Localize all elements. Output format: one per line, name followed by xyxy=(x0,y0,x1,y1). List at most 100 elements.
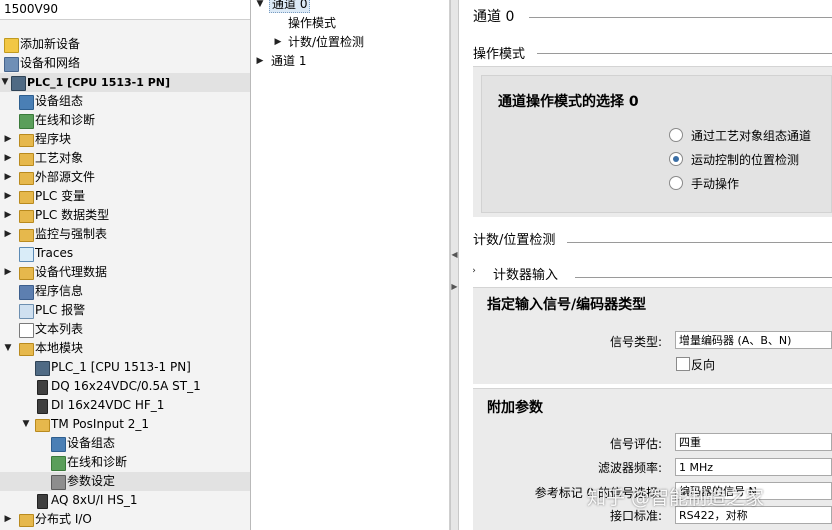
expand-arrow-icon[interactable]: ▶ xyxy=(3,206,13,225)
tree-item-label: 在线和诊断 xyxy=(67,455,128,469)
tree-item-add-device[interactable]: 添加新设备 xyxy=(0,35,250,54)
folder-icon xyxy=(19,153,34,166)
nav-operating-mode[interactable]: 操作模式 xyxy=(288,14,336,33)
expand-arrow-icon[interactable]: ▶ xyxy=(3,263,13,282)
tree-item-device-config[interactable]: 设备组态 xyxy=(0,92,250,111)
pane-splitter[interactable]: ◀ ▶ xyxy=(450,0,459,530)
device-config-icon xyxy=(51,437,66,452)
tree-item-tm-parameters[interactable]: 参数设定 xyxy=(0,472,250,491)
program-info-icon xyxy=(19,285,34,300)
tree-item-label: 文本列表 xyxy=(35,322,84,336)
expand-arrow-icon[interactable]: ▶ xyxy=(255,52,265,71)
watermark: 知乎 @智能制造之家 xyxy=(587,487,765,509)
tree-item-label: 监控与强制表 xyxy=(35,227,108,241)
expand-arrow-icon[interactable]: ▶ xyxy=(3,510,13,529)
signal-type-group: 指定输入信号/编码器类型 信号类型: 增量编码器 (A、B、N) 反向 xyxy=(473,287,832,384)
expand-arrow-icon[interactable]: ▶ xyxy=(3,149,13,168)
tree-root[interactable]: 1500V90 xyxy=(0,0,250,20)
nav-channel-1[interactable]: ▶ 通道 1 xyxy=(255,52,307,71)
signal-group-title: 指定输入信号/编码器类型 xyxy=(487,297,647,313)
folder-icon xyxy=(19,172,34,185)
nav-channel-0[interactable]: ▼ 通道 0 xyxy=(255,0,311,14)
tree-item-label: 在线和诊断 xyxy=(35,113,96,127)
signal-type-select[interactable]: 增量编码器 (A、B、N) xyxy=(675,331,832,349)
tree-item-aq-module[interactable]: AQ 8xU/I HS_1 xyxy=(0,491,250,510)
folder-icon xyxy=(19,134,34,147)
folder-icon xyxy=(19,229,34,242)
tree-item-plc-data-types[interactable]: ▶ PLC 数据类型 xyxy=(0,206,250,225)
parameter-icon xyxy=(51,475,66,490)
tree-item-tm-posinput[interactable]: ▼ TM PosInput 2_1 xyxy=(0,415,250,434)
collapse-arrow-icon[interactable]: ▼ xyxy=(255,0,265,14)
expand-arrow-icon[interactable]: ▶ xyxy=(3,168,13,187)
tree-item-local-modules[interactable]: ▼ 本地模块 xyxy=(0,339,250,358)
expand-arrow-icon[interactable]: ▶ xyxy=(3,187,13,206)
tree-item-label: 设备组态 xyxy=(35,94,84,108)
extra-group-title: 附加参数 xyxy=(487,400,543,416)
tree-item-devices-networks[interactable]: 设备和网络 xyxy=(0,54,250,73)
nav-operating-mode-label: 操作模式 xyxy=(288,16,337,30)
filter-frequency-select[interactable]: 1 MHz xyxy=(675,458,832,476)
tree-item-text-lists[interactable]: 文本列表 xyxy=(0,320,250,339)
folder-icon xyxy=(19,191,34,204)
folder-icon xyxy=(19,210,34,223)
tree-item-label: PLC_1 [CPU 1513-1 PN] xyxy=(27,76,171,89)
tree-item-program-blocks[interactable]: ▶ 程序块 xyxy=(0,130,250,149)
tree-item-watch-force-tables[interactable]: ▶ 监控与强制表 xyxy=(0,225,250,244)
mode-radio-motion-position[interactable] xyxy=(669,152,683,166)
expand-arrow-icon[interactable]: ▶ xyxy=(273,33,283,52)
count-position-heading: 计数/位置检测 xyxy=(473,233,556,248)
counter-input-heading: 计数器输入 xyxy=(493,268,559,283)
parameter-editor: 通道 0 操作模式 通道操作模式的选择 0 通过工艺对象组态通道 运动控制的位置… xyxy=(459,0,832,530)
mode-label-technology-object: 通过工艺对象组态通道 xyxy=(691,129,812,143)
tree-item-traces[interactable]: Traces xyxy=(0,244,250,263)
tree-item-program-info[interactable]: 程序信息 xyxy=(0,282,250,301)
expand-right-icon[interactable]: ▶ xyxy=(451,282,458,291)
expand-arrow-icon[interactable]: ▶ xyxy=(3,225,13,244)
tree-item-di-module[interactable]: DI 16x24VDC HF_1 xyxy=(0,396,250,415)
filter-frequency-label: 滤波器频率: xyxy=(597,461,662,475)
collapse-arrow-icon[interactable]: ▼ xyxy=(0,73,10,92)
expand-arrow-icon[interactable]: › xyxy=(469,266,479,276)
tree-item-external-sources[interactable]: ▶ 外部源文件 xyxy=(0,168,250,187)
expand-arrow-icon[interactable]: ▶ xyxy=(3,130,13,149)
folder-icon xyxy=(19,514,34,527)
collapse-left-icon[interactable]: ◀ xyxy=(451,250,458,259)
tree-item-label: 程序信息 xyxy=(35,284,84,298)
mode-label-motion-position: 运动控制的位置检测 xyxy=(691,153,800,167)
tree-item-device-proxy[interactable]: ▶ 设备代理数据 xyxy=(0,263,250,282)
online-diagnostics-icon xyxy=(19,114,34,129)
nav-count-position-label: 计数/位置检测 xyxy=(288,35,365,49)
signal-eval-select[interactable]: 四重 xyxy=(675,433,832,451)
channel-title: 通道 0 xyxy=(473,9,515,25)
collapse-arrow-icon[interactable]: ▼ xyxy=(3,339,13,358)
tree-item-dq-module[interactable]: DQ 16x24VDC/0.5A ST_1 xyxy=(0,377,250,396)
mode-radio-manual[interactable] xyxy=(669,176,683,190)
mode-radio-technology-object[interactable] xyxy=(669,128,683,142)
reverse-label: 反向 xyxy=(691,358,716,372)
tree-item-technology-objects[interactable]: ▶ 工艺对象 xyxy=(0,149,250,168)
tree-item-distributed-io[interactable]: ▶ 分布式 I/O xyxy=(0,510,250,529)
nav-count-position[interactable]: ▶ 计数/位置检测 xyxy=(273,33,365,52)
collapse-arrow-icon[interactable]: ▼ xyxy=(21,415,31,434)
signal-eval-label: 信号评估: xyxy=(609,437,662,451)
tree-item-label: AQ 8xU/I HS_1 xyxy=(51,493,138,507)
tree-item-plc-alarms[interactable]: PLC 报警 xyxy=(0,301,250,320)
section-divider xyxy=(529,17,832,18)
tree-item-plc-tags[interactable]: ▶ PLC 变量 xyxy=(0,187,250,206)
module-icon xyxy=(37,380,48,395)
device-config-icon xyxy=(19,95,34,110)
reverse-checkbox[interactable] xyxy=(676,357,690,371)
tree-item-online-diagnostics[interactable]: 在线和诊断 xyxy=(0,111,250,130)
tree-item-local-plc1[interactable]: PLC_1 [CPU 1513-1 PN] xyxy=(0,358,250,377)
tree-item-plc1[interactable]: ▼ PLC_1 [CPU 1513-1 PN] xyxy=(0,73,250,92)
tree-item-tm-online-diagnostics[interactable]: 在线和诊断 xyxy=(0,453,250,472)
tree-item-label: 参数设定 xyxy=(67,474,116,488)
tree-item-label: 本地模块 xyxy=(35,341,84,355)
cpu-icon xyxy=(11,76,26,91)
tree-item-label: PLC 变量 xyxy=(35,189,86,203)
folder-icon xyxy=(19,343,34,356)
tree-item-label: 添加新设备 xyxy=(20,37,81,51)
plc-alarm-icon xyxy=(19,304,34,319)
tree-item-tm-device-config[interactable]: 设备组态 xyxy=(0,434,250,453)
